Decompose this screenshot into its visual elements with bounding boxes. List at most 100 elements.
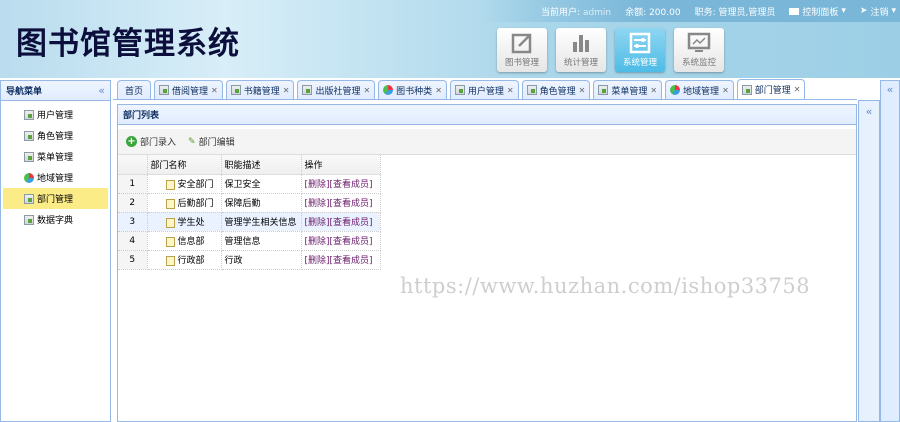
page-icon xyxy=(159,85,170,95)
sidebar-item-regions[interactable]: 地域管理 xyxy=(3,167,108,188)
tab-home[interactable]: 首页 xyxy=(117,80,152,99)
east-collapsed-panel: « xyxy=(858,100,880,422)
department-name: 后勤部门 xyxy=(147,193,222,213)
pencil-icon: ✎ xyxy=(188,136,196,147)
sidebar-item-dictionary[interactable]: 数据字典 xyxy=(3,209,108,230)
module-statistics[interactable]: 统计管理 xyxy=(556,28,606,72)
delete-link[interactable]: [删除] xyxy=(305,180,330,190)
watermark: https://www.huzhan.com/ishop33758 xyxy=(400,274,811,298)
current-user: 当前用户: admin xyxy=(541,7,612,18)
tab-regions[interactable]: 地域管理 ✕ xyxy=(665,80,734,99)
table-row[interactable]: 3 学生处 管理学生相关信息 [删除][查看成员] xyxy=(118,212,381,232)
close-icon[interactable]: ✕ xyxy=(363,86,370,95)
row-number: 5 xyxy=(118,250,148,270)
page-icon xyxy=(24,151,34,162)
page-icon xyxy=(454,85,465,95)
folder-icon xyxy=(789,7,800,15)
view-members-link[interactable]: [查看成员] xyxy=(330,180,373,190)
department-description: 管理学生相关信息 xyxy=(221,212,302,232)
page-icon xyxy=(24,109,34,120)
tab-menus[interactable]: 菜单管理 ✕ xyxy=(593,80,663,99)
close-icon[interactable]: ✕ xyxy=(211,86,218,95)
department-description: 管理信息 xyxy=(221,231,302,251)
tab-departments[interactable]: 部门管理 ✕ xyxy=(736,79,806,99)
department-panel: 部门列表 + 部门录入 ✎ 部门编辑 部门名称 职能描述 操作 1 安全部门 保卫安… xyxy=(117,104,857,422)
edit-department-button[interactable]: ✎ 部门编辑 xyxy=(188,135,235,149)
operations: [删除][查看成员] xyxy=(301,174,381,194)
bar-chart-icon xyxy=(556,28,606,56)
close-icon[interactable]: ✕ xyxy=(283,86,290,95)
close-icon[interactable]: ✕ xyxy=(579,86,586,95)
module-system-management[interactable]: 系统管理 xyxy=(615,28,665,72)
delete-link[interactable]: [删除] xyxy=(305,256,330,266)
sidebar-title: 导航菜单 xyxy=(6,87,43,97)
module-book-management[interactable]: 图书管理 xyxy=(497,28,547,72)
department-name: 信息部 xyxy=(147,231,222,251)
sidebar-item-departments[interactable]: 部门管理 xyxy=(3,188,108,209)
document-icon xyxy=(165,179,175,190)
delete-link[interactable]: [删除] xyxy=(305,218,330,228)
document-icon xyxy=(165,198,175,209)
collapse-left-icon[interactable]: « xyxy=(98,84,105,97)
column-header[interactable]: 职能描述 xyxy=(221,155,302,175)
add-icon: + xyxy=(126,136,137,147)
close-icon[interactable]: ✕ xyxy=(507,86,514,95)
globe-icon xyxy=(383,85,394,95)
view-members-link[interactable]: [查看成员] xyxy=(330,237,373,247)
table-row[interactable]: 4 信息部 管理信息 [删除][查看成员] xyxy=(118,231,381,251)
page-icon xyxy=(24,130,34,141)
page-icon xyxy=(526,85,537,95)
department-name: 安全部门 xyxy=(147,174,222,194)
control-panel-menu[interactable]: 控制面板 ▾ xyxy=(789,5,846,18)
send-icon: ➤ xyxy=(859,6,868,16)
close-icon[interactable]: ✕ xyxy=(794,85,801,94)
table-row[interactable]: 5 行政部 行政 [删除][查看成员] xyxy=(118,250,381,270)
logout-menu[interactable]: ➤ 注销 ▾ xyxy=(860,5,896,18)
close-icon[interactable]: ✕ xyxy=(650,86,657,95)
table-row[interactable]: 2 后勤部门 保障后勤 [删除][查看成员] xyxy=(118,193,381,213)
delete-link[interactable]: [删除] xyxy=(305,237,330,247)
department-table: 部门名称 职能描述 操作 1 安全部门 保卫安全 [删除][查看成员] 2 后勤部… xyxy=(118,155,381,270)
sidebar-header: 导航菜单 « xyxy=(1,81,110,101)
operations: [删除][查看成员] xyxy=(301,231,381,251)
sidebar-item-roles[interactable]: 角色管理 xyxy=(3,125,108,146)
delete-link[interactable]: [删除] xyxy=(305,199,330,209)
column-header[interactable]: 部门名称 xyxy=(147,155,222,175)
row-number: 3 xyxy=(118,212,148,232)
tab-books[interactable]: 书籍管理 ✕ xyxy=(225,80,295,99)
sidebar-item-users[interactable]: 用户管理 xyxy=(3,104,108,125)
globe-icon xyxy=(670,85,681,95)
tab-publishers[interactable]: 出版社管理 ✕ xyxy=(297,80,376,99)
module-system-monitor[interactable]: 系统监控 xyxy=(674,28,724,72)
tab-book-types[interactable]: 图书种类 ✕ xyxy=(378,80,447,99)
page-icon xyxy=(24,193,34,204)
row-number: 1 xyxy=(118,174,148,194)
view-members-link[interactable]: [查看成员] xyxy=(330,256,373,266)
toolbar: + 部门录入 ✎ 部门编辑 xyxy=(118,129,856,155)
column-header[interactable]: 操作 xyxy=(301,155,381,175)
settings-icon xyxy=(615,28,665,56)
tab-users[interactable]: 用户管理 ✕ xyxy=(449,80,519,99)
expand-icon[interactable]: « xyxy=(866,105,873,118)
add-department-button[interactable]: + 部门录入 xyxy=(126,135,176,148)
header: 图书馆管理系统 当前用户: admin 余额: 200.00 职务: 管理员,管… xyxy=(0,0,900,78)
department-name: 行政部 xyxy=(147,250,222,270)
view-members-link[interactable]: [查看成员] xyxy=(330,218,373,228)
department-name: 学生处 xyxy=(147,212,222,232)
operations: [删除][查看成员] xyxy=(301,212,381,232)
close-icon[interactable]: ✕ xyxy=(722,86,729,95)
page-icon xyxy=(741,84,752,95)
table-row[interactable]: 1 安全部门 保卫安全 [删除][查看成员] xyxy=(118,174,381,194)
page-icon xyxy=(302,85,313,95)
page-icon xyxy=(230,85,241,95)
department-description: 保卫安全 xyxy=(221,174,302,194)
close-icon[interactable]: ✕ xyxy=(435,86,442,95)
view-members-link[interactable]: [查看成员] xyxy=(330,199,373,209)
sidebar: 导航菜单 « 用户管理 角色管理 菜单管理 地域管理 部门管理 数据字典 xyxy=(0,80,111,422)
tab-borrow[interactable]: 借阅管理 ✕ xyxy=(154,80,223,99)
globe-icon xyxy=(24,172,34,183)
tab-roles[interactable]: 角色管理 ✕ xyxy=(521,80,591,99)
sidebar-item-menus[interactable]: 菜单管理 xyxy=(3,146,108,167)
expand-icon[interactable]: « xyxy=(887,83,894,96)
operations: [删除][查看成员] xyxy=(301,193,381,213)
